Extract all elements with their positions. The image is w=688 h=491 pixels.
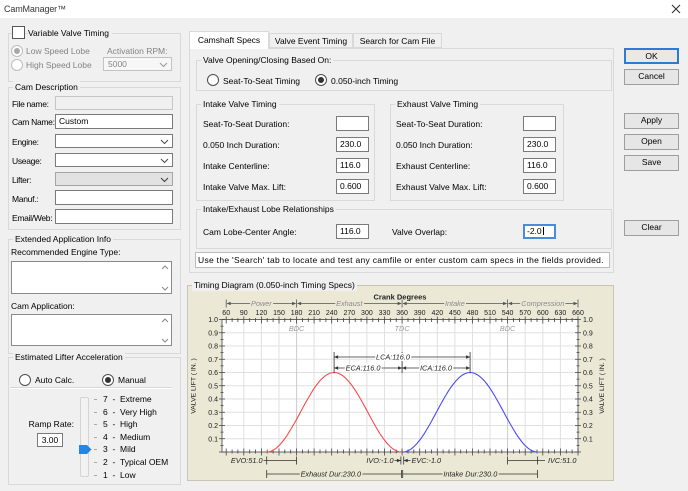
svg-text:0.8: 0.8	[208, 344, 218, 351]
svg-text:TDC: TDC	[395, 324, 411, 333]
svg-text:450: 450	[449, 310, 461, 317]
svg-text:Power: Power	[251, 299, 272, 308]
svg-text:Exhaust Dur:230.0: Exhaust Dur:230.0	[301, 470, 361, 479]
svg-text:Compression: Compression	[521, 299, 564, 308]
svg-text:480: 480	[467, 310, 479, 317]
svg-text:0.3: 0.3	[208, 410, 218, 417]
svg-text:0.7: 0.7	[208, 357, 218, 364]
svg-text:VALVE LIFT ( IN. ): VALVE LIFT ( IN. )	[599, 358, 606, 414]
svg-text:0.6: 0.6	[583, 370, 593, 377]
svg-text:210: 210	[308, 310, 320, 317]
svg-text:270: 270	[343, 310, 355, 317]
svg-text:630: 630	[555, 310, 567, 317]
svg-text:EVO:51.0: EVO:51.0	[231, 456, 263, 465]
svg-text:300: 300	[361, 310, 373, 317]
svg-text:0.9: 0.9	[208, 330, 218, 337]
svg-text:150: 150	[273, 310, 285, 317]
svg-text:VALVE LIFT ( IN. ): VALVE LIFT ( IN. )	[191, 358, 198, 414]
svg-text:570: 570	[519, 310, 531, 317]
svg-text:1.0: 1.0	[583, 317, 593, 324]
svg-text:120: 120	[256, 310, 268, 317]
svg-text:0.1: 0.1	[208, 436, 218, 443]
svg-text:ICA:116.0: ICA:116.0	[420, 364, 452, 373]
svg-text:0.9: 0.9	[583, 330, 593, 337]
svg-text:330: 330	[379, 310, 391, 317]
svg-text:0.3: 0.3	[583, 410, 593, 417]
svg-text:ECA:116.0: ECA:116.0	[346, 364, 381, 373]
svg-text:BDC: BDC	[289, 324, 305, 333]
svg-text:510: 510	[484, 310, 496, 317]
svg-text:0.2: 0.2	[583, 423, 593, 430]
svg-text:Crank Degrees: Crank Degrees	[374, 293, 427, 302]
svg-text:Intake Dur:230.0: Intake Dur:230.0	[443, 470, 497, 479]
svg-text:660: 660	[572, 310, 584, 317]
svg-text:Intake: Intake	[445, 299, 465, 308]
svg-text:390: 390	[414, 310, 426, 317]
svg-text:180: 180	[291, 310, 303, 317]
svg-text:60: 60	[222, 310, 230, 317]
svg-text:0.6: 0.6	[208, 370, 218, 377]
svg-text:1.0: 1.0	[208, 317, 218, 324]
svg-text:BDC: BDC	[500, 324, 516, 333]
svg-text:600: 600	[537, 310, 549, 317]
svg-text:0.5: 0.5	[208, 383, 218, 390]
svg-text:240: 240	[326, 310, 338, 317]
svg-text:360: 360	[396, 310, 408, 317]
svg-text:90: 90	[240, 310, 248, 317]
svg-text:0.8: 0.8	[583, 344, 593, 351]
svg-text:IVC:51.0: IVC:51.0	[548, 456, 576, 465]
svg-text:0.1: 0.1	[583, 436, 593, 443]
svg-text:0.2: 0.2	[208, 423, 218, 430]
svg-text:0.7: 0.7	[583, 357, 593, 364]
svg-text:540: 540	[502, 310, 514, 317]
svg-text:0.4: 0.4	[583, 397, 593, 404]
svg-text:0.5: 0.5	[583, 383, 593, 390]
svg-text:LCA:116.0: LCA:116.0	[376, 353, 410, 362]
svg-text:420: 420	[431, 310, 443, 317]
svg-text:0.4: 0.4	[208, 397, 218, 404]
svg-text:EVC:-1.0: EVC:-1.0	[412, 456, 442, 465]
svg-text:IVO:-1.0: IVO:-1.0	[366, 456, 393, 465]
svg-text:Exhaust: Exhaust	[336, 299, 363, 308]
